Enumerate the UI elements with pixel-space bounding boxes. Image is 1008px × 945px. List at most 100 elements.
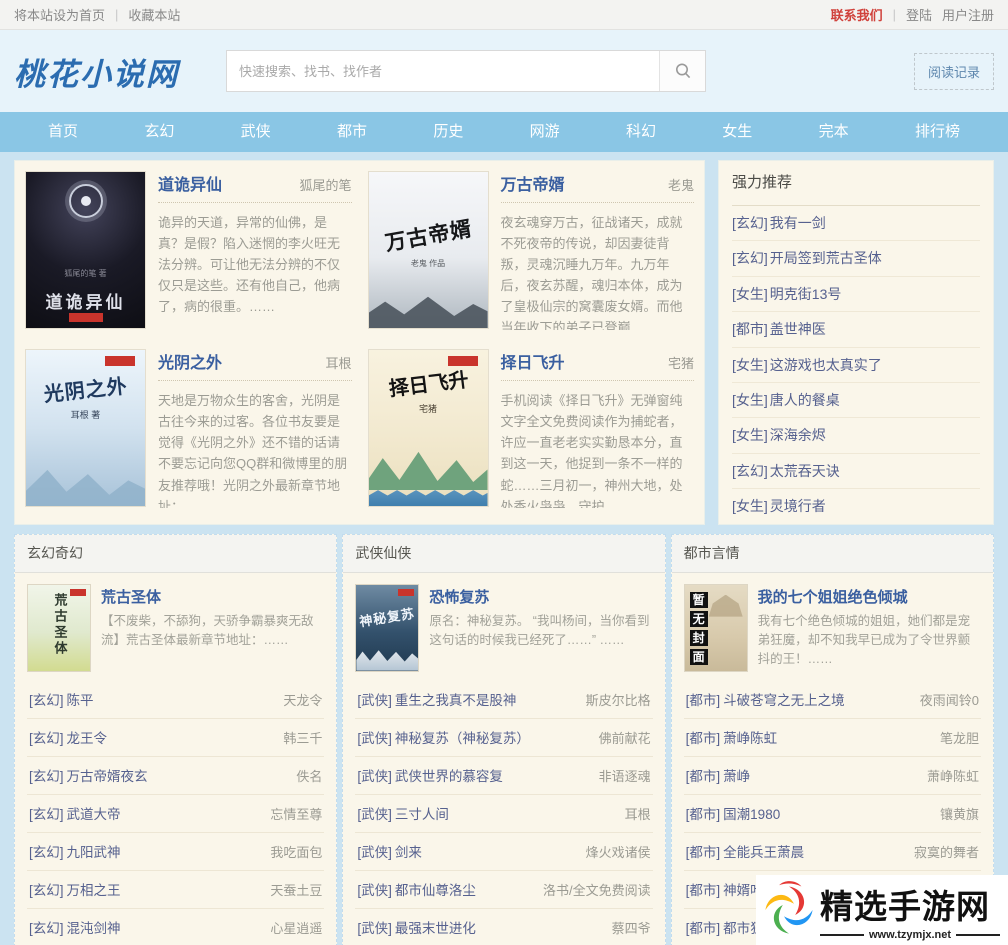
book-row[interactable]: [玄幻]混沌剑神 心星逍遥 — [27, 909, 324, 945]
book-row[interactable]: [玄幻]万相之王 天蚕土豆 — [27, 871, 324, 909]
topbar-divider: | — [893, 7, 896, 22]
temple-art — [709, 595, 743, 617]
featured-books-panel: 狐尾的笔 著 道诡异仙 道诡异仙 狐尾的笔 诡异的天道，异常的仙佛，是真？是假？… — [14, 160, 705, 525]
reading-history-button[interactable]: 阅读记录 — [914, 53, 994, 90]
book-title-link[interactable]: 万古帝婿 — [501, 171, 565, 195]
book-description: 天地是万物众生的客舍，光阴是古往今来的过客。各位书友要是觉得《光阴之外》还不错的… — [158, 390, 352, 508]
site-header: 桃花小说网 阅读记录 — [0, 30, 1008, 112]
book-title-link[interactable]: 光阴之外 — [158, 349, 222, 373]
recommend-list: [玄幻]我有一剑 [玄幻]开局签到荒古圣体 [女生]明克街13号 [都市]盖世神… — [732, 206, 980, 524]
nav-item[interactable]: 完本 — [813, 112, 855, 152]
publisher-badge — [70, 589, 86, 596]
wave-art — [369, 488, 488, 506]
contact-link[interactable]: 联系我们 — [831, 5, 883, 24]
nav-item[interactable]: 科幻 — [620, 112, 662, 152]
book-title-link[interactable]: 恐怖复苏 — [429, 586, 652, 607]
nav-item[interactable]: 历史 — [427, 112, 469, 152]
book-cover[interactable]: 择日飞升 宅猪 — [368, 349, 489, 507]
nav-item[interactable]: 武侠 — [235, 112, 277, 152]
book-cover[interactable]: 暂无封面 — [684, 584, 748, 672]
recommend-item[interactable]: [女生]明克街13号 — [732, 277, 980, 312]
featured-book: 择日飞升 宅猪 择日飞升 宅猪 手机阅读《择日飞升》无弹窗纯文字全文免费阅读作为… — [368, 349, 695, 513]
book-cover[interactable]: 神秘复苏 — [355, 584, 419, 672]
book-row[interactable]: [都市]国潮1980 镶黄旗 — [684, 795, 981, 833]
book-list: [玄幻]陈平 天龙令 [玄幻]龙王令 韩三千 [玄幻]万古帝婿夜玄 佚名 [玄幻… — [15, 681, 336, 945]
book-row[interactable]: [都市]萧峥陈虹 笔龙胆 — [684, 719, 981, 757]
nav-item[interactable]: 网游 — [524, 112, 566, 152]
book-row[interactable]: [都市]斗破苍穹之无上之境 夜雨闻铃0 — [684, 681, 981, 719]
topbar: 将本站设为首页 | 收藏本站 联系我们 | 登陆 用户注册 — [0, 0, 1008, 30]
book-row[interactable]: [玄幻]万古帝婿夜玄 佚名 — [27, 757, 324, 795]
nav-item[interactable]: 玄幻 — [138, 112, 180, 152]
publisher-badge — [69, 313, 103, 322]
book-row[interactable]: [玄幻]龙王令 韩三千 — [27, 719, 324, 757]
column-title: 都市言情 — [672, 535, 993, 573]
book-row[interactable]: [武侠]都市仙尊洛尘 洛书/全文免费阅读 — [355, 871, 652, 909]
book-cover[interactable]: 狐尾的笔 著 道诡异仙 — [25, 171, 146, 329]
book-author: 老鬼 — [668, 175, 694, 194]
recommend-item[interactable]: [女生]灵境行者 — [732, 489, 980, 523]
recommend-panel: 强力推荐 [玄幻]我有一剑 [玄幻]开局签到荒古圣体 [女生]明克街13号 [都… — [718, 160, 994, 525]
column-featured-book: 荒古圣体 荒古圣体 【不废柴，不舔狗，天骄争霸暴爽无敌流】荒古圣体最新章节地址：… — [15, 573, 336, 681]
recommend-item[interactable]: [女生]深海余烬 — [732, 418, 980, 453]
no-cover-label: 暂无封面 — [690, 592, 708, 665]
column-title: 武侠仙侠 — [343, 535, 664, 573]
mandala-icon — [69, 184, 103, 218]
site-logo[interactable]: 桃花小说网 — [14, 49, 226, 94]
book-row[interactable]: [玄幻]武道大帝 忘情至尊 — [27, 795, 324, 833]
recommend-item[interactable]: [女生]这游戏也太真实了 — [732, 348, 980, 383]
search-input[interactable] — [227, 51, 659, 91]
book-row[interactable]: [都市]萧峥 萧峥陈虹 — [684, 757, 981, 795]
book-row[interactable]: [武侠]剑来 烽火戏诸侯 — [355, 833, 652, 871]
login-link[interactable]: 登陆 — [906, 5, 932, 24]
column-featured-book: 暂无封面 我的七个姐姐绝色倾城 我有七个绝色倾城的姐姐，她们都是宠弟狂魔，却不知… — [672, 573, 993, 681]
book-cover[interactable]: 荒古圣体 — [27, 584, 91, 672]
recommend-item[interactable]: [玄幻]我有一剑 — [732, 206, 980, 241]
book-cover[interactable]: 万古帝婿 老鬼 作品 — [368, 171, 489, 329]
nav-item[interactable]: 排行榜 — [909, 112, 966, 152]
book-author: 狐尾的笔 — [299, 175, 351, 194]
book-title-link[interactable]: 荒古圣体 — [101, 586, 324, 607]
book-title-link[interactable]: 择日飞升 — [501, 349, 565, 373]
publisher-badge — [398, 589, 414, 596]
featured-book: 狐尾的笔 著 道诡异仙 道诡异仙 狐尾的笔 诡异的天道，异常的仙佛，是真？是假？… — [25, 171, 352, 335]
site-watermark: 精选手游网 www.tzymjx.net — [756, 875, 1008, 945]
recommend-item[interactable]: [玄幻]开局签到荒古圣体 — [732, 241, 980, 276]
search-icon — [673, 61, 693, 81]
column-featured-book: 神秘复苏 恐怖复苏 原名：神秘复苏。 “我叫杨间，当你看到这句话的时候我已经死了… — [343, 573, 664, 681]
set-homepage-link[interactable]: 将本站设为首页 — [14, 5, 105, 24]
publisher-badge — [105, 356, 135, 366]
book-title-link[interactable]: 道诡异仙 — [158, 171, 222, 195]
nav-item[interactable]: 首页 — [42, 112, 84, 152]
recommend-title: 强力推荐 — [732, 161, 980, 206]
book-cover[interactable]: 光阴之外 耳根 著 — [25, 349, 146, 507]
nav-item[interactable]: 女生 — [716, 112, 758, 152]
main-nav: 首页 玄幻 武侠 都市 历史 网游 科幻 女生 完本 排行榜 — [0, 112, 1008, 152]
book-row[interactable]: [武侠]三寸人间 耳根 — [355, 795, 652, 833]
watermark-title: 精选手游网 — [820, 880, 1000, 928]
register-link[interactable]: 用户注册 — [942, 5, 994, 24]
book-description: 手机阅读《择日飞升》无弹窗纯文字全文免费阅读作为捕蛇者，许应一直老老实实勤恳本分… — [501, 390, 695, 508]
category-column-fantasy: 玄幻奇幻 荒古圣体 荒古圣体 【不废柴，不舔狗，天骄争霸暴爽无敌流】荒古圣体最新… — [14, 534, 337, 945]
book-description: 我有七个绝色倾城的姐姐，她们都是宠弟狂魔，却不知我早已成为了令世界颤抖的王！…… — [758, 612, 981, 670]
nav-item[interactable]: 都市 — [331, 112, 373, 152]
book-row[interactable]: [武侠]重生之我真不是股神 斯皮尔比格 — [355, 681, 652, 719]
recommend-item[interactable]: [玄幻]太荒吞天诀 — [732, 454, 980, 489]
bookmark-link[interactable]: 收藏本站 — [128, 5, 180, 24]
book-description: 诡异的天道，异常的仙佛，是真？是假？陷入迷惘的李火旺无法分辨。可让他无法分辨的不… — [158, 212, 352, 317]
featured-book: 光阴之外 耳根 著 光阴之外 耳根 天地是万物众生的客舍，光阴是古往今来的过客。… — [25, 349, 352, 513]
book-row[interactable]: [武侠]神秘复苏（神秘复苏） 佛前献花 — [355, 719, 652, 757]
book-row[interactable]: [玄幻]九阳武神 我吃面包 — [27, 833, 324, 871]
book-description: 原名：神秘复苏。 “我叫杨间，当你看到这句话的时候我已经死了……” …… — [429, 612, 652, 651]
recommend-item[interactable]: [都市]盖世神医 — [732, 312, 980, 347]
category-column-wuxia: 武侠仙侠 神秘复苏 恐怖复苏 原名：神秘复苏。 “我叫杨间，当你看到这句话的时候… — [342, 534, 665, 945]
recommend-item[interactable]: [女生]唐人的餐桌 — [732, 383, 980, 418]
watermark-url: www.tzymjx.net — [869, 929, 951, 941]
book-row[interactable]: [都市]全能兵王萧晨 寂寞的舞者 — [684, 833, 981, 871]
book-row[interactable]: [武侠]武侠世界的慕容复 非语逐魂 — [355, 757, 652, 795]
book-title-link[interactable]: 我的七个姐姐绝色倾城 — [758, 586, 981, 607]
book-row[interactable]: [武侠]最强末世进化 蔡四爷 — [355, 909, 652, 945]
book-row[interactable]: [玄幻]陈平 天龙令 — [27, 681, 324, 719]
search-button[interactable] — [659, 51, 705, 91]
topbar-divider: | — [115, 7, 118, 22]
